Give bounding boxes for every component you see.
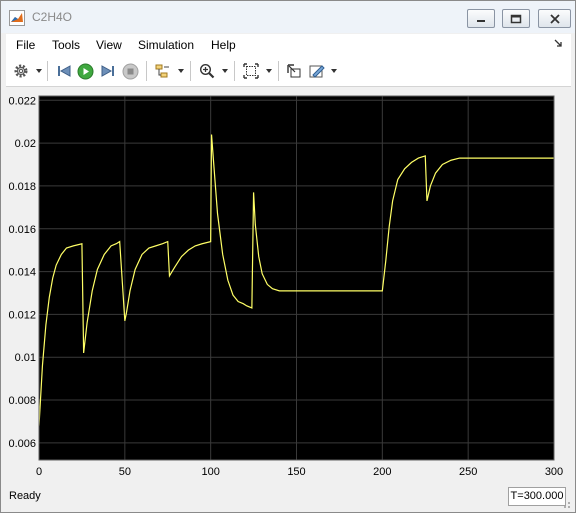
- y-tick-label: 0.01: [15, 352, 36, 364]
- toolbar: [6, 56, 571, 87]
- highlight-dropdown-icon[interactable]: [178, 69, 184, 73]
- menu-tools[interactable]: Tools: [52, 38, 80, 52]
- step-forward-icon: [101, 65, 114, 77]
- step-back-icon: [58, 65, 71, 77]
- restore-layout-button[interactable]: [285, 61, 303, 81]
- highlight-icon: [155, 64, 169, 78]
- zoom-in-icon: [199, 63, 215, 79]
- minimize-icon: [477, 19, 485, 22]
- close-button[interactable]: [538, 9, 571, 28]
- style-button[interactable]: [308, 61, 326, 81]
- y-tick-label: 0.022: [8, 95, 36, 107]
- autoscale-dropdown-icon[interactable]: [266, 69, 272, 73]
- y-tick-label: 0.006: [8, 438, 36, 450]
- step-back-button[interactable]: [55, 61, 73, 81]
- gear-icon: [14, 64, 28, 78]
- x-tick-label: 200: [373, 466, 391, 478]
- y-tick-label: 0.018: [8, 181, 36, 193]
- undock-arrow-icon[interactable]: [553, 38, 563, 48]
- y-tick-label: 0.014: [8, 267, 36, 279]
- stop-icon: [122, 63, 138, 79]
- toolbar-separator: [190, 61, 191, 81]
- scope-plot-area[interactable]: 0 50 100 150 200 250 300 0.006 0.008 0.01 0.012 0.0…: [6, 87, 571, 482]
- x-tick-label: 0: [36, 466, 42, 478]
- configuration-button[interactable]: [12, 61, 30, 81]
- y-tick-label: 0.008: [8, 395, 36, 407]
- configuration-dropdown-icon[interactable]: [36, 69, 42, 73]
- zoom-button[interactable]: [198, 61, 216, 81]
- restore-icon: [287, 64, 301, 78]
- simulation-time: T=300.000: [508, 487, 566, 506]
- menu-simulation[interactable]: Simulation: [138, 38, 194, 52]
- resize-grip-icon[interactable]: [561, 499, 571, 509]
- x-tick-label: 300: [545, 466, 563, 478]
- menu-help[interactable]: Help: [211, 38, 236, 52]
- line-chart[interactable]: 0 50 100 150 200 250 300 0.006 0.008 0.01 0.012 0.0…: [6, 87, 571, 482]
- step-forward-button[interactable]: [99, 61, 117, 81]
- y-tick-label: 0.016: [8, 224, 36, 236]
- y-tick-label: 0.012: [8, 309, 36, 321]
- menu-view[interactable]: View: [96, 38, 122, 52]
- menu-file[interactable]: File: [16, 38, 35, 52]
- run-button[interactable]: [76, 61, 94, 81]
- maximize-button[interactable]: [502, 9, 530, 28]
- autoscale-button[interactable]: [242, 61, 260, 81]
- x-tick-label: 100: [201, 466, 219, 478]
- status-bar: Ready T=300.000: [1, 485, 575, 511]
- toolbar-separator: [146, 61, 147, 81]
- style-icon: [309, 65, 325, 78]
- x-tick-label: 50: [119, 466, 131, 478]
- zoom-dropdown-icon[interactable]: [222, 69, 228, 73]
- toolbar-separator: [47, 61, 48, 81]
- minimize-button[interactable]: [467, 9, 495, 28]
- y-tick-label: 0.02: [15, 138, 36, 150]
- toolbar-separator: [278, 61, 279, 81]
- close-icon: [549, 13, 560, 24]
- status-text: Ready: [9, 490, 41, 502]
- title-bar[interactable]: C2H4O: [1, 1, 575, 33]
- matlab-logo-icon: [9, 10, 25, 26]
- toolbar-separator: [234, 61, 235, 81]
- window-title: C2H4O: [32, 10, 73, 24]
- stop-button[interactable]: [121, 61, 139, 81]
- run-icon: [77, 63, 93, 79]
- fit-icon: [243, 63, 259, 79]
- highlight-block-button[interactable]: [154, 61, 172, 81]
- x-tick-label: 150: [287, 466, 305, 478]
- style-dropdown-icon[interactable]: [331, 69, 337, 73]
- scope-window: C2H4O File Tools View Simulation Help 0 …: [0, 0, 576, 513]
- x-tick-label: 250: [459, 466, 477, 478]
- maximize-icon: [510, 14, 522, 23]
- menu-bar: File Tools View Simulation Help: [6, 34, 571, 56]
